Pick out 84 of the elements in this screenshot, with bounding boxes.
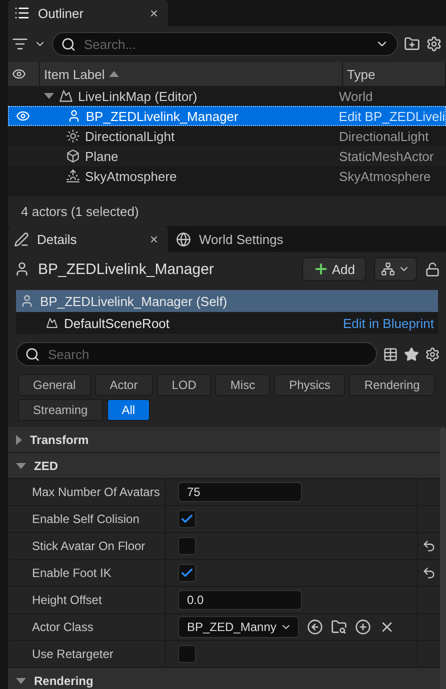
close-button[interactable]: × [150,5,158,21]
category-header[interactable]: ZED [8,453,440,479]
outliner-icon [14,5,30,21]
outliner-row[interactable]: BP_ZEDLivelink_Manager Edit BP_ZEDLiveli [8,106,446,126]
item-label: SkyAtmosphere [85,168,177,184]
hierarchy-button[interactable] [374,257,417,281]
property-label: Use Retargeter [8,641,166,667]
expand-arrow-icon[interactable] [44,93,54,99]
pencil-icon [14,232,29,246]
property-label: Actor Class [8,614,166,640]
edit-blueprint-link[interactable]: Edit in Blueprint [342,316,434,330]
add-icon[interactable] [355,619,372,635]
actor-icon [20,294,34,308]
type-label: World [339,88,374,104]
filter-button[interactable]: Streaming [18,399,103,421]
filter-button[interactable]: All [106,399,150,421]
filter-icon[interactable] [12,36,28,52]
type-label: StaticMeshActor [339,148,435,164]
eye-icon [12,67,26,81]
filter-button[interactable]: Actor [94,374,153,396]
eye-icon[interactable] [16,109,30,123]
panel-tab[interactable]: World Settings [170,226,294,252]
reset-icon[interactable] [422,566,436,580]
scene-root-icon [46,317,58,329]
filter-button[interactable]: Physics [274,374,346,396]
lock-icon[interactable] [425,262,440,276]
number-field[interactable]: 75 [178,482,302,502]
search-field[interactable]: Search [46,346,368,362]
actor-icon [66,109,81,123]
use-selected-icon[interactable] [307,619,324,635]
category-header[interactable]: Rendering [8,668,440,689]
property-label: Stick Avatar On Floor [8,533,166,559]
new-folder-icon[interactable] [404,36,420,52]
close-button[interactable]: × [150,231,158,247]
actor-name: BP_ZEDLivelink_Manager [38,260,215,278]
property-label: Height Offset [8,587,166,613]
type-label: SkyAtmosphere [339,168,432,184]
sky-icon [66,169,80,183]
panel-tab[interactable]: Details × [8,226,168,252]
light-icon [66,129,80,143]
item-label: BP_ZEDLivelink_Manager [86,108,238,124]
filter-button[interactable]: Misc [215,374,270,396]
number-field[interactable]: 0.0 [178,590,302,610]
edit-link[interactable]: Edit BP_ZEDLiveli [338,108,445,124]
type-label: DirectionalLight [339,128,430,144]
browse-icon[interactable] [331,619,348,635]
reset-icon[interactable] [422,539,436,553]
item-label: Plane [85,148,118,164]
search-field[interactable]: Search... [82,36,369,52]
filter-button[interactable]: LOD [156,374,212,396]
outliner-tab[interactable]: Outliner × [8,0,168,26]
outliner-row[interactable]: Plane StaticMeshActor [8,146,446,166]
checkbox[interactable] [178,510,196,528]
search-icon [61,36,76,52]
table-icon[interactable] [383,346,398,362]
settings-icon[interactable] [425,346,440,362]
star-icon[interactable] [404,346,419,362]
add-button[interactable]: Add [302,257,366,281]
actor-icon [14,261,30,277]
globe-icon [176,232,191,246]
hierarchy-icon [381,262,395,276]
component-row[interactable]: DefaultSceneRoot Edit in Blueprint [16,312,438,334]
search-bar[interactable]: Search [16,342,377,366]
property-label: Enable Self Colision [8,506,166,532]
settings-icon[interactable] [426,36,442,52]
check-icon [180,512,194,526]
map-icon [59,89,73,103]
plus-icon [312,261,329,277]
filter-button[interactable]: General [18,374,91,396]
search-bar[interactable]: Search... [52,32,398,56]
property-label: Enable Foot IK [8,560,166,586]
item-label: LiveLinkMap (Editor) [78,88,198,104]
checkbox[interactable] [178,537,196,555]
item-label: DirectionalLight [85,128,175,144]
property-label: Max Number Of Avatars [8,479,166,505]
checkbox[interactable] [178,645,196,663]
checkbox[interactable] [178,564,196,582]
filter-button[interactable]: Rendering [349,374,435,396]
component-row[interactable]: BP_ZEDLivelink_Manager (Self) [16,290,438,312]
category-header[interactable]: Transform [8,427,440,453]
cube-icon [66,149,80,163]
check-icon [180,566,194,580]
search-icon [25,346,40,362]
class-dropdown[interactable]: BP_ZED_Manny [178,616,300,638]
